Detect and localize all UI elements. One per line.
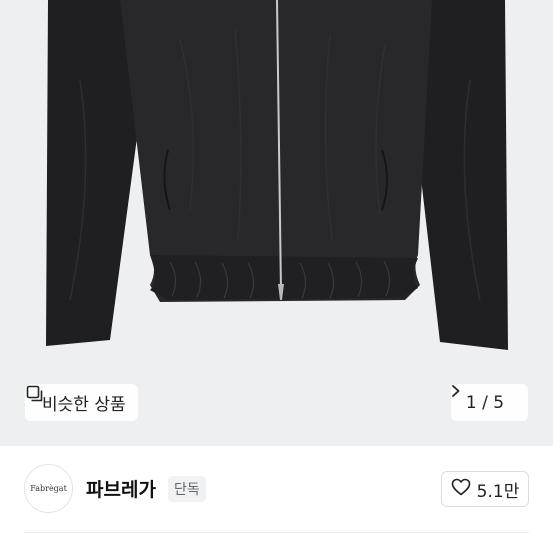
shop-like-button[interactable]: 5.1만: [441, 471, 529, 507]
heart-icon: [451, 478, 471, 501]
exclusive-badge: 단독: [168, 476, 206, 502]
divider: [24, 532, 529, 533]
product-image-jacket: [46, 0, 508, 350]
shop-name[interactable]: 파브레가: [86, 475, 156, 502]
similar-products-button[interactable]: 비슷한 상품: [25, 384, 138, 421]
like-count: 5.1만: [476, 481, 520, 502]
product-image-gallery[interactable]: 비슷한 상품 1 / 5: [0, 0, 553, 446]
image-counter-next-button[interactable]: 1 / 5: [451, 384, 528, 421]
similar-products-label: 비슷한 상품: [42, 395, 126, 415]
image-counter-text: 1 / 5: [465, 392, 505, 413]
shop-logo[interactable]: Fabrègat: [24, 464, 73, 513]
shop-logo-text: Fabrègat: [30, 484, 67, 493]
shop-info-row: Fabrègat 파브레가 단독 5.1만: [0, 446, 553, 532]
